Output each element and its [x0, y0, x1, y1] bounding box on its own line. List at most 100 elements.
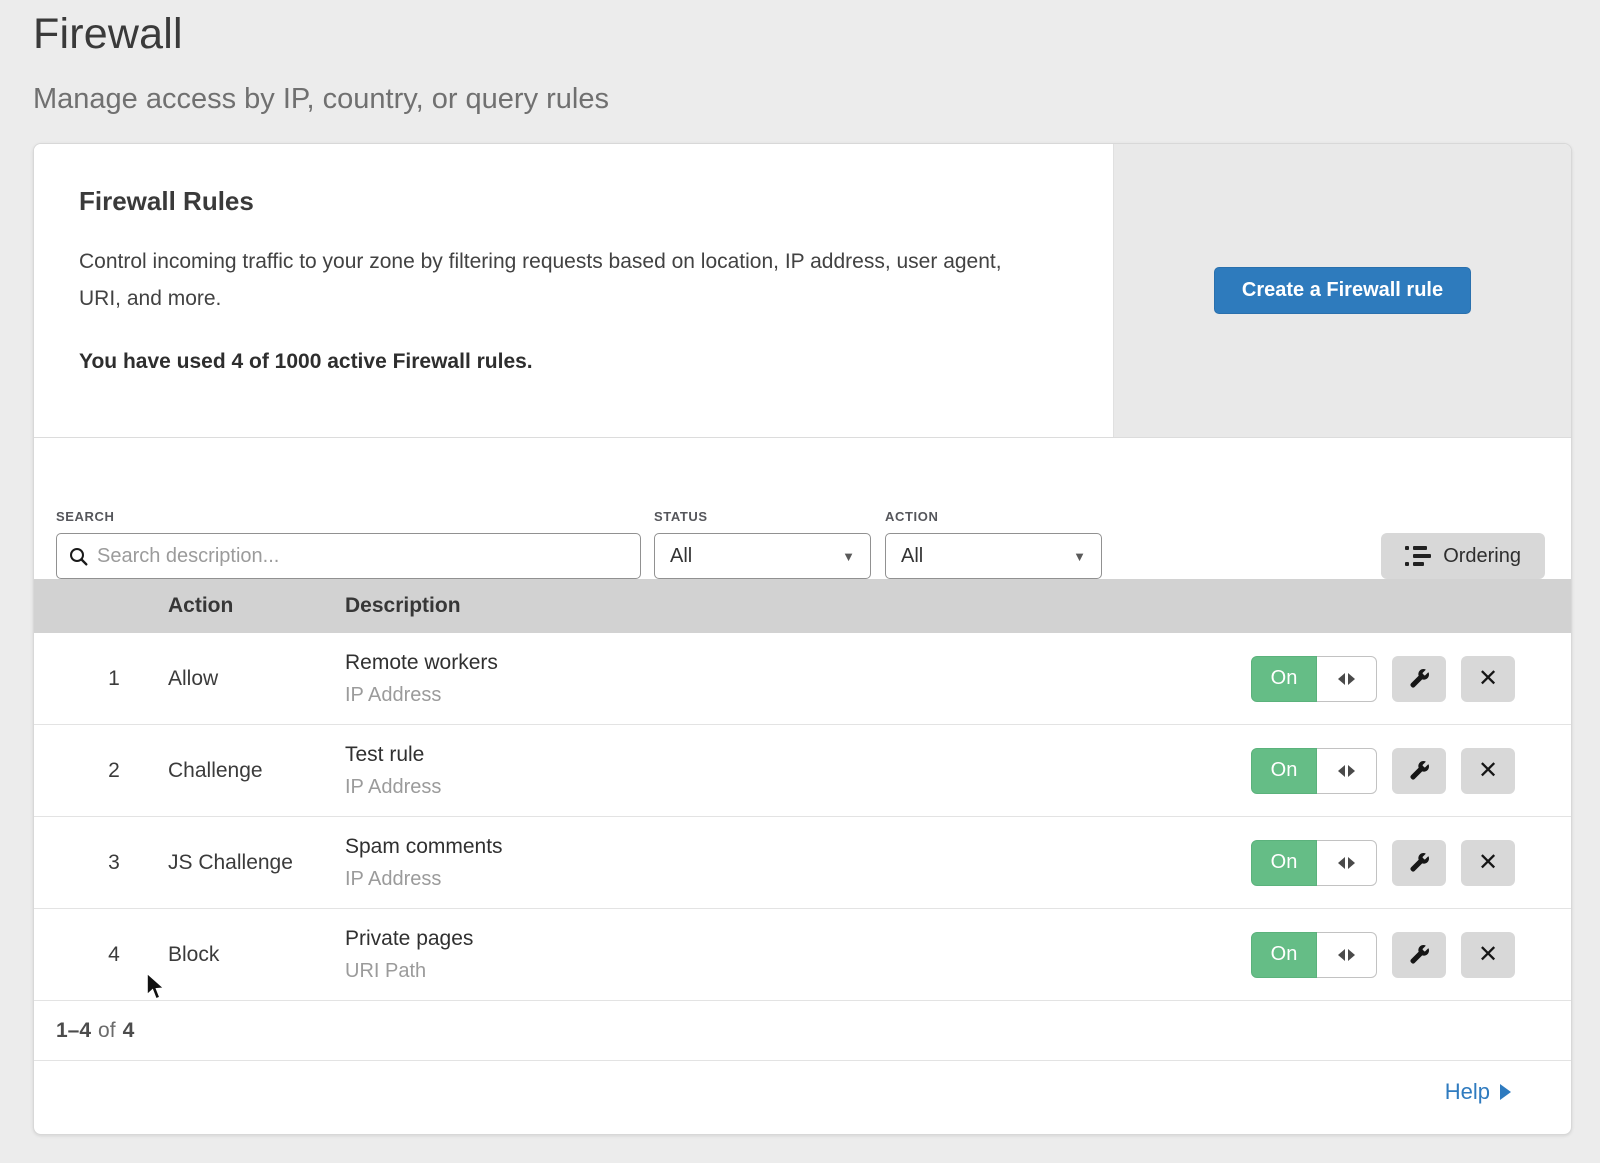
rule-description-cell: Test rule IP Address: [345, 743, 1251, 799]
rule-enabled-toggle[interactable]: On: [1251, 932, 1377, 978]
status-select[interactable]: All ▼: [654, 533, 871, 579]
rule-priority-number: 3: [34, 851, 168, 875]
search-filter-group: SEARCH: [56, 509, 641, 579]
rule-controls: On ✕: [1251, 932, 1571, 978]
action-select[interactable]: All ▼: [885, 533, 1102, 579]
toggle-on-label: On: [1251, 840, 1317, 886]
wrench-icon: [1408, 944, 1430, 966]
toggle-on-label: On: [1251, 748, 1317, 794]
rule-action: JS Challenge: [168, 851, 345, 875]
close-icon: ✕: [1478, 851, 1498, 875]
intro-heading: Firewall Rules: [79, 186, 1053, 217]
column-header-action: Action: [168, 594, 345, 618]
rule-priority-number: 4: [34, 943, 168, 967]
cta-panel: Create a Firewall rule: [1113, 144, 1571, 437]
action-select-value: All: [901, 545, 923, 568]
rule-match-type: IP Address: [345, 776, 1251, 799]
edit-rule-button[interactable]: [1392, 656, 1446, 702]
firewall-rules-card: Firewall Rules Control incoming traffic …: [33, 143, 1572, 1135]
close-icon: ✕: [1478, 943, 1498, 967]
arrow-right-icon: [1348, 673, 1355, 685]
rule-controls: On ✕: [1251, 748, 1571, 794]
rules-table-body: 1 Allow Remote workers IP Address On ✕: [34, 633, 1571, 1001]
ordering-button[interactable]: Ordering: [1381, 533, 1545, 579]
rule-description-cell: Private pages URI Path: [345, 927, 1251, 983]
table-row: 2 Challenge Test rule IP Address On ✕: [34, 725, 1571, 817]
rule-match-type: URI Path: [345, 960, 1251, 983]
toggle-on-label: On: [1251, 656, 1317, 702]
rule-enabled-toggle[interactable]: On: [1251, 656, 1377, 702]
rule-controls: On ✕: [1251, 656, 1571, 702]
arrow-left-icon: [1338, 949, 1345, 961]
page-header: Firewall Manage access by IP, country, o…: [0, 0, 1600, 116]
arrow-right-icon: [1348, 857, 1355, 869]
close-icon: ✕: [1478, 667, 1498, 691]
rule-description: Remote workers: [345, 651, 1251, 675]
pagination-range: 1–4: [56, 1019, 91, 1043]
close-icon: ✕: [1478, 759, 1498, 783]
help-link[interactable]: Help: [1445, 1079, 1511, 1105]
delete-rule-button[interactable]: ✕: [1461, 656, 1515, 702]
rule-description: Private pages: [345, 927, 1251, 951]
edit-rule-button[interactable]: [1392, 932, 1446, 978]
rule-priority-number: 1: [34, 667, 168, 691]
wrench-icon: [1408, 760, 1430, 782]
rule-controls: On ✕: [1251, 840, 1571, 886]
rule-description-cell: Remote workers IP Address: [345, 651, 1251, 707]
rule-action: Block: [168, 943, 345, 967]
rule-action: Allow: [168, 667, 345, 691]
rule-description: Spam comments: [345, 835, 1251, 859]
rule-match-type: IP Address: [345, 868, 1251, 891]
intro-panel: Firewall Rules Control incoming traffic …: [34, 144, 1113, 437]
action-label: ACTION: [885, 509, 1102, 524]
wrench-icon: [1408, 668, 1430, 690]
arrow-left-icon: [1338, 765, 1345, 777]
help-link-label: Help: [1445, 1079, 1490, 1105]
action-filter-group: ACTION All ▼: [885, 509, 1102, 579]
delete-rule-button[interactable]: ✕: [1461, 932, 1515, 978]
status-filter-group: STATUS All ▼: [654, 509, 871, 579]
arrow-left-icon: [1338, 673, 1345, 685]
table-row: 3 JS Challenge Spam comments IP Address …: [34, 817, 1571, 909]
arrow-right-icon: [1348, 949, 1355, 961]
toggle-drag-handle[interactable]: [1317, 932, 1377, 978]
ordered-list-icon: [1405, 546, 1431, 566]
toggle-drag-handle[interactable]: [1317, 748, 1377, 794]
column-header-description: Description: [345, 594, 1251, 618]
toggle-drag-handle[interactable]: [1317, 840, 1377, 886]
rule-match-type: IP Address: [345, 684, 1251, 707]
toggle-on-label: On: [1251, 932, 1317, 978]
page-title: Firewall: [33, 10, 1600, 59]
rule-enabled-toggle[interactable]: On: [1251, 748, 1377, 794]
rule-action: Challenge: [168, 759, 345, 783]
pagination-total: 4: [123, 1019, 135, 1043]
intro-description: Control incoming traffic to your zone by…: [79, 243, 1029, 317]
create-firewall-rule-button[interactable]: Create a Firewall rule: [1214, 267, 1471, 314]
table-row: 4 Block Private pages URI Path On ✕: [34, 909, 1571, 1001]
rule-description: Test rule: [345, 743, 1251, 767]
filters-bar: SEARCH STATUS All ▼ ACTION All ▼: [34, 438, 1571, 579]
search-input[interactable]: [97, 545, 628, 568]
arrow-right-icon: [1500, 1084, 1511, 1100]
search-label: SEARCH: [56, 509, 641, 524]
help-row: Help: [34, 1061, 1571, 1123]
rule-priority-number: 2: [34, 759, 168, 783]
wrench-icon: [1408, 852, 1430, 874]
toggle-drag-handle[interactable]: [1317, 656, 1377, 702]
rule-description-cell: Spam comments IP Address: [345, 835, 1251, 891]
search-icon: [69, 547, 88, 566]
table-row: 1 Allow Remote workers IP Address On ✕: [34, 633, 1571, 725]
table-header: Action Description: [34, 579, 1571, 633]
card-top-section: Firewall Rules Control incoming traffic …: [34, 144, 1571, 438]
edit-rule-button[interactable]: [1392, 840, 1446, 886]
status-select-value: All: [670, 545, 692, 568]
delete-rule-button[interactable]: ✕: [1461, 748, 1515, 794]
rule-enabled-toggle[interactable]: On: [1251, 840, 1377, 886]
pagination-row: 1–4 of 4: [34, 1001, 1571, 1061]
edit-rule-button[interactable]: [1392, 748, 1446, 794]
search-box[interactable]: [56, 533, 641, 579]
status-label: STATUS: [654, 509, 871, 524]
pagination-of: of: [98, 1019, 116, 1043]
chevron-down-icon: ▼: [1073, 549, 1086, 564]
delete-rule-button[interactable]: ✕: [1461, 840, 1515, 886]
